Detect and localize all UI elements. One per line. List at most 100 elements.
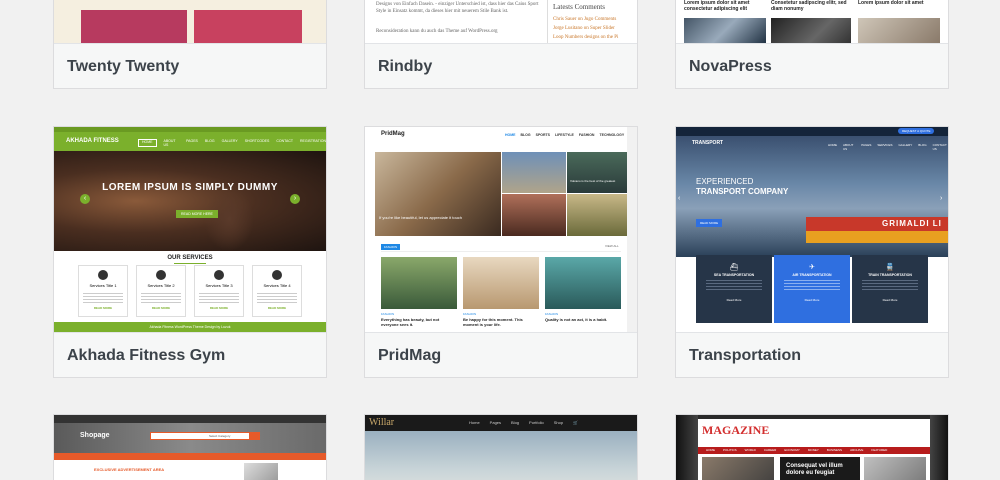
- service-title: AIR TRANSPORTATION: [792, 273, 832, 277]
- hero-line-1: EXPERIENCED: [696, 177, 754, 186]
- nav-item: FASHION: [578, 133, 595, 137]
- theme-name: Twenty Twenty: [54, 43, 326, 88]
- section-label: FASHION: [381, 244, 401, 250]
- nav-item: HOME: [828, 143, 837, 147]
- nav-item: Shop: [553, 420, 564, 425]
- nav-item: CONTACT US: [932, 143, 947, 151]
- theme-card-magazine[interactable]: MAGAZINE HOME POLITICS WORLD CAREER ECON…: [675, 414, 949, 480]
- theme-screenshot: PridMag HOME BLOG SPORTS LIFESTYLE FASHI…: [365, 127, 637, 332]
- preview-paragraph: Reconsideration kann du auch das Theme a…: [376, 29, 498, 34]
- theme-name: Transportation: [676, 332, 948, 377]
- theme-card-twenty-twenty[interactable]: Twenty Twenty: [53, 0, 327, 89]
- chevron-right-icon: ›: [940, 195, 943, 202]
- chevron-right-icon: ›: [290, 194, 300, 204]
- nav-item: BLOG: [204, 139, 215, 143]
- nav-item: Portfolio: [529, 420, 544, 425]
- train-icon: 🚆: [885, 264, 895, 271]
- service-title: SEA TRANSPORTATION: [713, 273, 755, 277]
- nav-item: ABOUT US: [843, 143, 854, 151]
- nav-item: HOME: [505, 133, 516, 137]
- preview-logo: MAGAZINE: [702, 423, 770, 437]
- preview-logo: AKHADA FITNESS: [66, 138, 119, 144]
- nav-item: BUSINESS: [826, 448, 843, 452]
- preview-logo: PridMag: [381, 131, 405, 137]
- article-title: Quality is not an act, it is a habit.: [545, 317, 608, 322]
- chevron-left-icon: ‹: [678, 195, 681, 202]
- service-icon: [98, 270, 108, 280]
- hero-image: [365, 431, 637, 480]
- service-button: READ MORE: [93, 306, 113, 310]
- theme-screenshot: MAGAZINE HOME POLITICS WORLD CAREER ECON…: [676, 415, 948, 480]
- cart-icon: 🛒: [573, 420, 579, 425]
- ship-icon: ⛴: [729, 264, 739, 271]
- nav-item: MONEY: [807, 448, 819, 452]
- theme-card-willar[interactable]: Willar Home Pages Blog Portfolio Shop 🛒: [364, 414, 638, 480]
- preview-footer: Akhada Fitness WordPress Theme Design by…: [54, 322, 326, 332]
- nav-item: HOME: [138, 139, 157, 147]
- nav-item: PAGES: [186, 139, 198, 143]
- theme-name: PridMag: [365, 332, 637, 377]
- nav-item: REGISTRATION: [300, 139, 326, 143]
- service-icon: [272, 270, 282, 280]
- post-title: Lorem ipsum dolor sit amet: [858, 0, 924, 6]
- quote-button: REQUEST A QUOTE: [898, 128, 935, 134]
- nav-item: PAGES: [861, 143, 872, 147]
- hero-button: READ MORE HERE: [176, 210, 218, 218]
- theme-card-transportation[interactable]: REQUEST A QUOTE TRANSPORT HOME ABOUT US …: [675, 126, 949, 378]
- ship-text: GRIMALDI LI: [882, 219, 942, 228]
- comment-link: Chris Sauer on Jugo Comments: [553, 17, 617, 22]
- article-title: Everything has beauty, but not everyone …: [381, 317, 440, 327]
- theme-name: Akhada Fitness Gym: [54, 332, 326, 377]
- theme-screenshot: Designs von Einfach Dasein. - einziger U…: [365, 0, 637, 43]
- nav-item: LIFESTYLE: [555, 133, 574, 137]
- service-button: READ MORE: [151, 306, 171, 310]
- theme-card-shopage[interactable]: Shopage Select Category EXCLUSIVE ADVERT…: [53, 414, 327, 480]
- article-category: FASHION: [545, 312, 559, 316]
- nav-item: BLOG: [918, 143, 927, 147]
- nav-item: SHORTCODES: [244, 139, 270, 143]
- theme-card-pridmag[interactable]: PridMag HOME BLOG SPORTS LIFESTYLE FASHI…: [364, 126, 638, 378]
- nav-item: ARCHIVE: [850, 448, 864, 452]
- nav-item: TECHNOLOGY: [599, 133, 625, 137]
- theme-name: NovaPress: [676, 43, 948, 88]
- nav-item: FEATURED: [871, 448, 888, 452]
- service-title: Services Title 1: [89, 283, 117, 288]
- nav-item: BLOG: [520, 133, 531, 137]
- post-title: Lorem ipsum dolor sit amet consectetur a…: [684, 0, 750, 12]
- nav-item: SERVICES: [877, 143, 893, 147]
- search-input: Select Category: [150, 432, 250, 440]
- theme-screenshot: Lorem ipsum dolor sit amet consectetur a…: [676, 0, 948, 43]
- service-title: Services Title 4: [263, 283, 291, 288]
- hero-image: [54, 151, 326, 251]
- nav-item: ABOUT US: [163, 139, 176, 147]
- preview-logo: Willar: [369, 417, 395, 428]
- theme-card-novapress[interactable]: Lorem ipsum dolor sit amet consectetur a…: [675, 0, 949, 89]
- theme-screenshot: REQUEST A QUOTE TRANSPORT HOME ABOUT US …: [676, 127, 948, 332]
- hero-image: [375, 152, 501, 236]
- hero-button: READ MORE: [696, 219, 723, 227]
- nav-item: GALLERY: [898, 143, 913, 147]
- theme-card-rindby[interactable]: Designs von Einfach Dasein. - einziger U…: [364, 0, 638, 89]
- nav-item: HOME: [706, 448, 715, 452]
- nav-item: CONTACT: [276, 139, 293, 143]
- nav-item: Blog: [511, 420, 520, 425]
- nav-item: POLITICS: [723, 448, 737, 452]
- chevron-left-icon: ‹: [80, 194, 90, 204]
- hero-caption: If you're like beautiful, let us appreci…: [379, 215, 463, 220]
- nav-item: SPORTS: [535, 133, 551, 137]
- banner-text: EXCLUSIVE ADVERTISEMENT AREA: [94, 467, 165, 472]
- hero-title: LOREM IPSUM IS SIMPLY DUMMY: [102, 182, 278, 193]
- sidebar-heading: Latests Comments: [553, 3, 605, 11]
- theme-screenshot: AKHADA FITNESS HOME ABOUT US PAGES BLOG …: [54, 127, 326, 332]
- tile-caption: Volcano is the best of the greatest: [570, 179, 616, 183]
- theme-screenshot: Shopage Select Category EXCLUSIVE ADVERT…: [54, 415, 326, 480]
- comment-link: Loop Numbers designs on the Pi: [553, 35, 619, 40]
- article-category: FASHION: [381, 312, 395, 316]
- nav-item: ECONOMY: [784, 448, 800, 452]
- theme-card-akhada-fitness-gym[interactable]: AKHADA FITNESS HOME ABOUT US PAGES BLOG …: [53, 126, 327, 378]
- theme-screenshot: [54, 0, 326, 43]
- nav-item: GALLERY: [221, 139, 238, 143]
- preview-logo: Shopage: [80, 432, 110, 439]
- hero-line-2: TRANSPORT COMPANY: [696, 187, 789, 196]
- post-title: Consetetur sadipscing elitr, sed diam no…: [771, 0, 847, 12]
